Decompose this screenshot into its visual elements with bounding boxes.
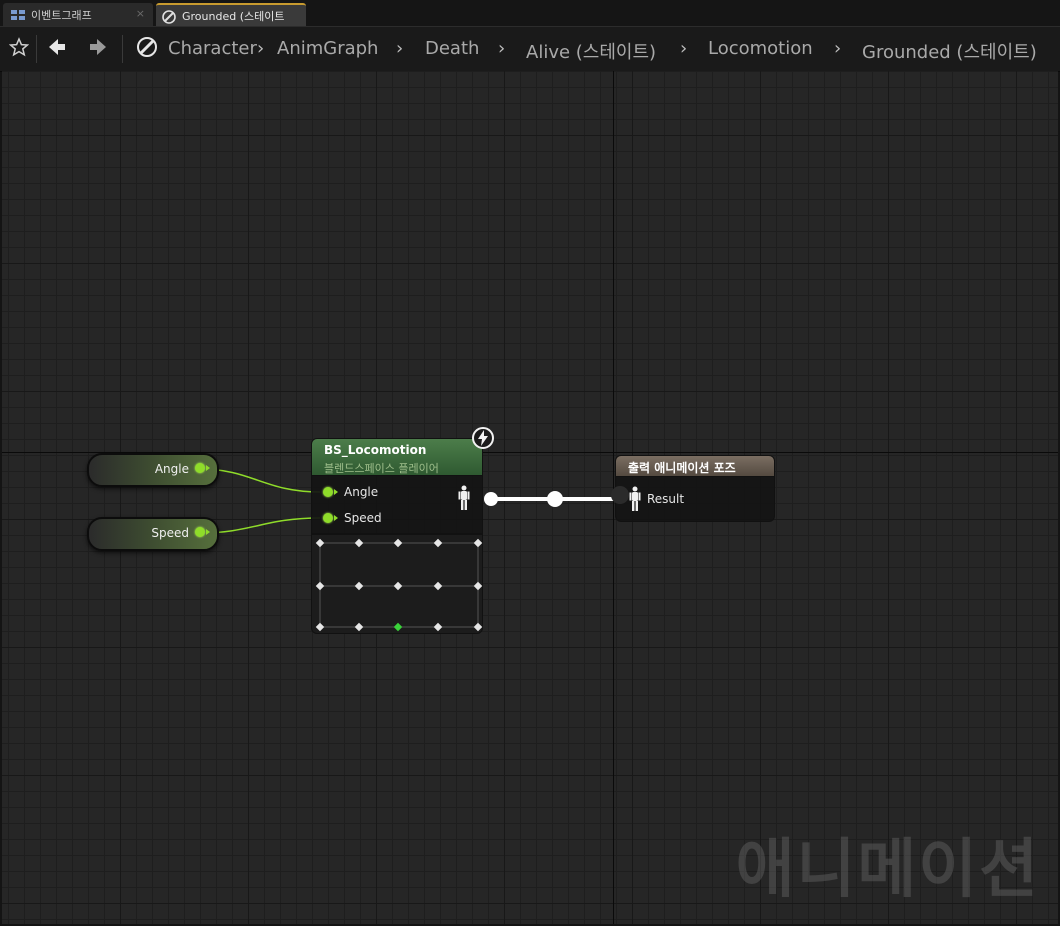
- breadcrumb-death[interactable]: Death: [425, 38, 479, 59]
- input-pin-result[interactable]: [611, 486, 629, 504]
- tab-event-graph[interactable]: 이벤트그래프 ×: [3, 3, 153, 26]
- graph-type-button[interactable]: [133, 35, 161, 63]
- pin-label: Speed: [344, 511, 382, 525]
- breadcrumb-character[interactable]: Character: [168, 38, 257, 59]
- blendspace-player-node[interactable]: BS_Locomotion 블렌드스페이스 플레이어 Angle Speed: [311, 427, 494, 634]
- variable-node-angle[interactable]: Angle: [87, 453, 219, 487]
- node-title: BS_Locomotion: [324, 443, 427, 457]
- pin-label: Result: [647, 492, 685, 506]
- toolbar-divider: [122, 35, 123, 63]
- sample-point: [393, 538, 403, 548]
- pin-arrow-icon: [206, 529, 210, 535]
- variable-label: Angle: [154, 462, 189, 476]
- wire-knot: [547, 491, 563, 507]
- graph-canvas[interactable]: Angle Speed BS_Locomotion 블렌드스페이스 플레이어 A…: [2, 71, 1058, 924]
- tab-label: Grounded (스테이트: [182, 9, 285, 23]
- event-graph-icon: [11, 9, 25, 21]
- close-icon[interactable]: ×: [136, 7, 145, 20]
- tab-strip: 이벤트그래프 × Grounded (스테이트: [0, 0, 1060, 26]
- input-pin-angle[interactable]: [323, 487, 333, 497]
- sample-point: [433, 538, 443, 548]
- breadcrumb-toolbar: Character › AnimGraph › Death › Alive (스…: [0, 26, 1060, 72]
- node-header: BS_Locomotion 블렌드스페이스 플레이어: [311, 438, 483, 476]
- variable-node-speed[interactable]: Speed: [87, 517, 219, 551]
- pin-arrow-icon: [334, 515, 338, 521]
- tab-label: 이벤트그래프: [31, 8, 92, 22]
- lightning-icon: [471, 426, 495, 454]
- output-pin[interactable]: [195, 527, 205, 537]
- back-arrow-icon: [47, 37, 67, 61]
- bookmark-button[interactable]: [5, 35, 33, 63]
- star-icon: [8, 37, 30, 61]
- graph-type-watermark: 애니메이션: [735, 833, 1040, 907]
- breadcrumb-locomotion[interactable]: Locomotion: [708, 38, 813, 59]
- node-subtitle: 블렌드스페이스 플레이어: [324, 462, 439, 475]
- sample-point: [433, 622, 443, 632]
- sample-point: [354, 622, 364, 632]
- sample-point: [315, 622, 325, 632]
- node-header: 출력 애니메이션 포즈: [615, 455, 775, 477]
- chevron-right-icon: ›: [257, 38, 265, 59]
- sample-point: [473, 538, 483, 548]
- chevron-right-icon: ›: [396, 38, 404, 59]
- connection-wires: [199, 468, 623, 534]
- variable-label: Speed: [151, 526, 189, 540]
- pin-arrow-icon: [206, 465, 210, 471]
- back-button[interactable]: [43, 35, 71, 63]
- forward-arrow-icon: [88, 37, 108, 61]
- state-icon: [136, 36, 158, 62]
- current-sample-marker: [393, 622, 403, 632]
- node-title: 출력 애니메이션 포즈: [628, 461, 736, 475]
- sample-point: [473, 581, 483, 591]
- sample-point: [354, 538, 364, 548]
- sample-point: [315, 538, 325, 548]
- sample-point: [354, 581, 364, 591]
- pose-icon: [629, 486, 641, 516]
- forward-button[interactable]: [84, 35, 112, 63]
- pose-icon[interactable]: [458, 485, 470, 515]
- sample-point: [473, 622, 483, 632]
- breadcrumb-animgraph[interactable]: AnimGraph: [277, 38, 378, 59]
- node-body: Angle Speed: [311, 476, 483, 534]
- breadcrumb-alive-state[interactable]: Alive (스테이트): [526, 38, 656, 64]
- wire-knot: [484, 492, 498, 506]
- chevron-right-icon: ›: [498, 38, 506, 59]
- pin-label: Angle: [344, 485, 379, 499]
- chevron-right-icon: ›: [680, 38, 688, 59]
- breadcrumb-grounded-state[interactable]: Grounded (스테이트): [862, 38, 1037, 64]
- output-pose-node[interactable]: 출력 애니메이션 포즈 Result: [611, 455, 775, 522]
- toolbar-divider: [36, 35, 37, 63]
- sample-point: [315, 581, 325, 591]
- input-pin-speed[interactable]: [323, 513, 333, 523]
- state-icon: [162, 9, 176, 24]
- blendspace-preview-grid: [311, 534, 483, 634]
- output-pin[interactable]: [195, 463, 205, 473]
- sample-point: [433, 581, 443, 591]
- node-body: Result: [611, 477, 775, 522]
- pin-arrow-icon: [334, 489, 338, 495]
- chevron-right-icon: ›: [834, 38, 842, 59]
- tab-grounded-state[interactable]: Grounded (스테이트: [156, 3, 306, 26]
- sample-point: [393, 581, 403, 591]
